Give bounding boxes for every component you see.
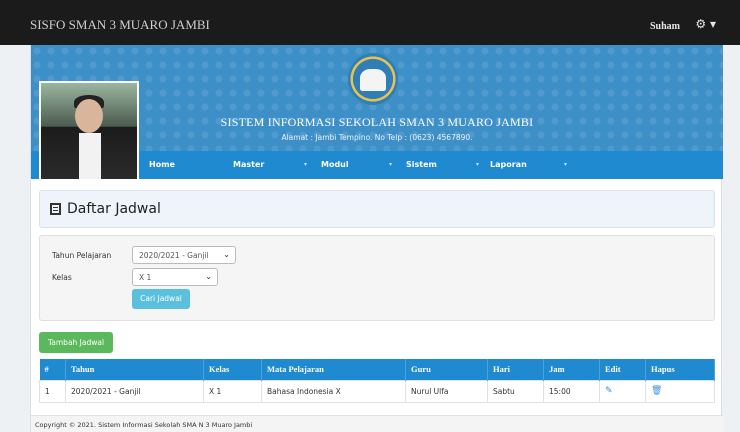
footer: Copyright © 2021. Sistem Informasi Sekol… (31, 415, 723, 432)
table-header-row: # Tahun Kelas Mata Pelajaran Guru Hari J… (39, 359, 715, 380)
user-name[interactable]: Suham (650, 21, 680, 32)
chevron-down-icon: ▾ (476, 161, 480, 168)
school-logo (348, 53, 398, 105)
nav-sistem[interactable]: Sistem (406, 160, 437, 169)
col-hari: Hari (487, 359, 544, 380)
gear-icon[interactable]: ⚙ ▾ (695, 17, 716, 31)
cell-mata-pelajaran: Bahasa Indonesia X (261, 379, 406, 403)
tahun-select-value: 2020/2021 - Ganjil (139, 251, 209, 260)
cell-jam: 15:00 (543, 379, 600, 403)
nav-laporan[interactable]: Laporan (490, 160, 527, 169)
kelas-select-value: X 1 (139, 273, 152, 282)
kelas-label: Kelas (52, 273, 72, 282)
cell-hapus: 🗑 (645, 379, 715, 403)
brand-link[interactable]: SISFO SMAN 3 MUARO JAMBI (30, 17, 210, 33)
add-schedule-button[interactable]: Tambah Jadwal (39, 332, 113, 353)
chevron-down-icon: ⌄ (223, 250, 230, 259)
cell-edit: ✎ (599, 379, 646, 403)
page-title: Daftar Jadwal (67, 201, 161, 217)
col-number: # (39, 359, 66, 380)
cell-kelas: X 1 (203, 379, 262, 403)
list-icon (50, 203, 61, 215)
table-row: 1 2020/2021 - Ganjil X 1 Bahasa Indonesi… (39, 379, 715, 403)
nav-modul[interactable]: Modul (321, 160, 349, 169)
page-heading-panel: Daftar Jadwal (39, 190, 715, 228)
pencil-icon[interactable]: ✎ (605, 386, 613, 396)
col-guru: Guru (405, 359, 488, 380)
filter-form: Tahun Pelajaran 2020/2021 - Ganjil ⌄ Kel… (39, 235, 715, 321)
cell-guru: Nurul Ulfa (405, 379, 488, 403)
chevron-down-icon: ▾ (564, 161, 568, 168)
col-kelas: Kelas (203, 359, 262, 380)
cell-number: 1 (39, 379, 66, 403)
trash-icon[interactable]: 🗑 (651, 386, 662, 396)
col-mata-pelajaran: Mata Pelajaran (261, 359, 406, 380)
profile-photo (39, 81, 139, 181)
col-hapus: Hapus (645, 359, 715, 380)
top-navbar: SISFO SMAN 3 MUARO JAMBI Suham ⚙ ▾ (0, 0, 740, 45)
col-jam: Jam (543, 359, 600, 380)
tahun-label: Tahun Pelajaran (52, 251, 112, 260)
schedule-table: # Tahun Kelas Mata Pelajaran Guru Hari J… (39, 359, 715, 403)
chevron-down-icon: ▾ (389, 161, 393, 168)
search-schedule-button[interactable]: Cari Jadwal (132, 289, 190, 309)
kelas-select[interactable]: X 1 ⌄ (132, 268, 218, 286)
col-edit: Edit (599, 359, 646, 380)
chevron-down-icon: ▾ (709, 17, 716, 31)
cell-hari: Sabtu (487, 379, 544, 403)
cell-tahun: 2020/2021 - Ganjil (65, 379, 204, 403)
chevron-down-icon: ⌄ (205, 272, 212, 281)
col-tahun: Tahun (65, 359, 204, 380)
tahun-select[interactable]: 2020/2021 - Ganjil ⌄ (132, 246, 236, 264)
nav-home[interactable]: Home (149, 160, 175, 169)
chevron-down-icon: ▾ (304, 161, 308, 168)
nav-master[interactable]: Master (233, 160, 264, 169)
main-container: SISTEM INFORMASI SEKOLAH SMAN 3 MUARO JA… (30, 45, 723, 432)
